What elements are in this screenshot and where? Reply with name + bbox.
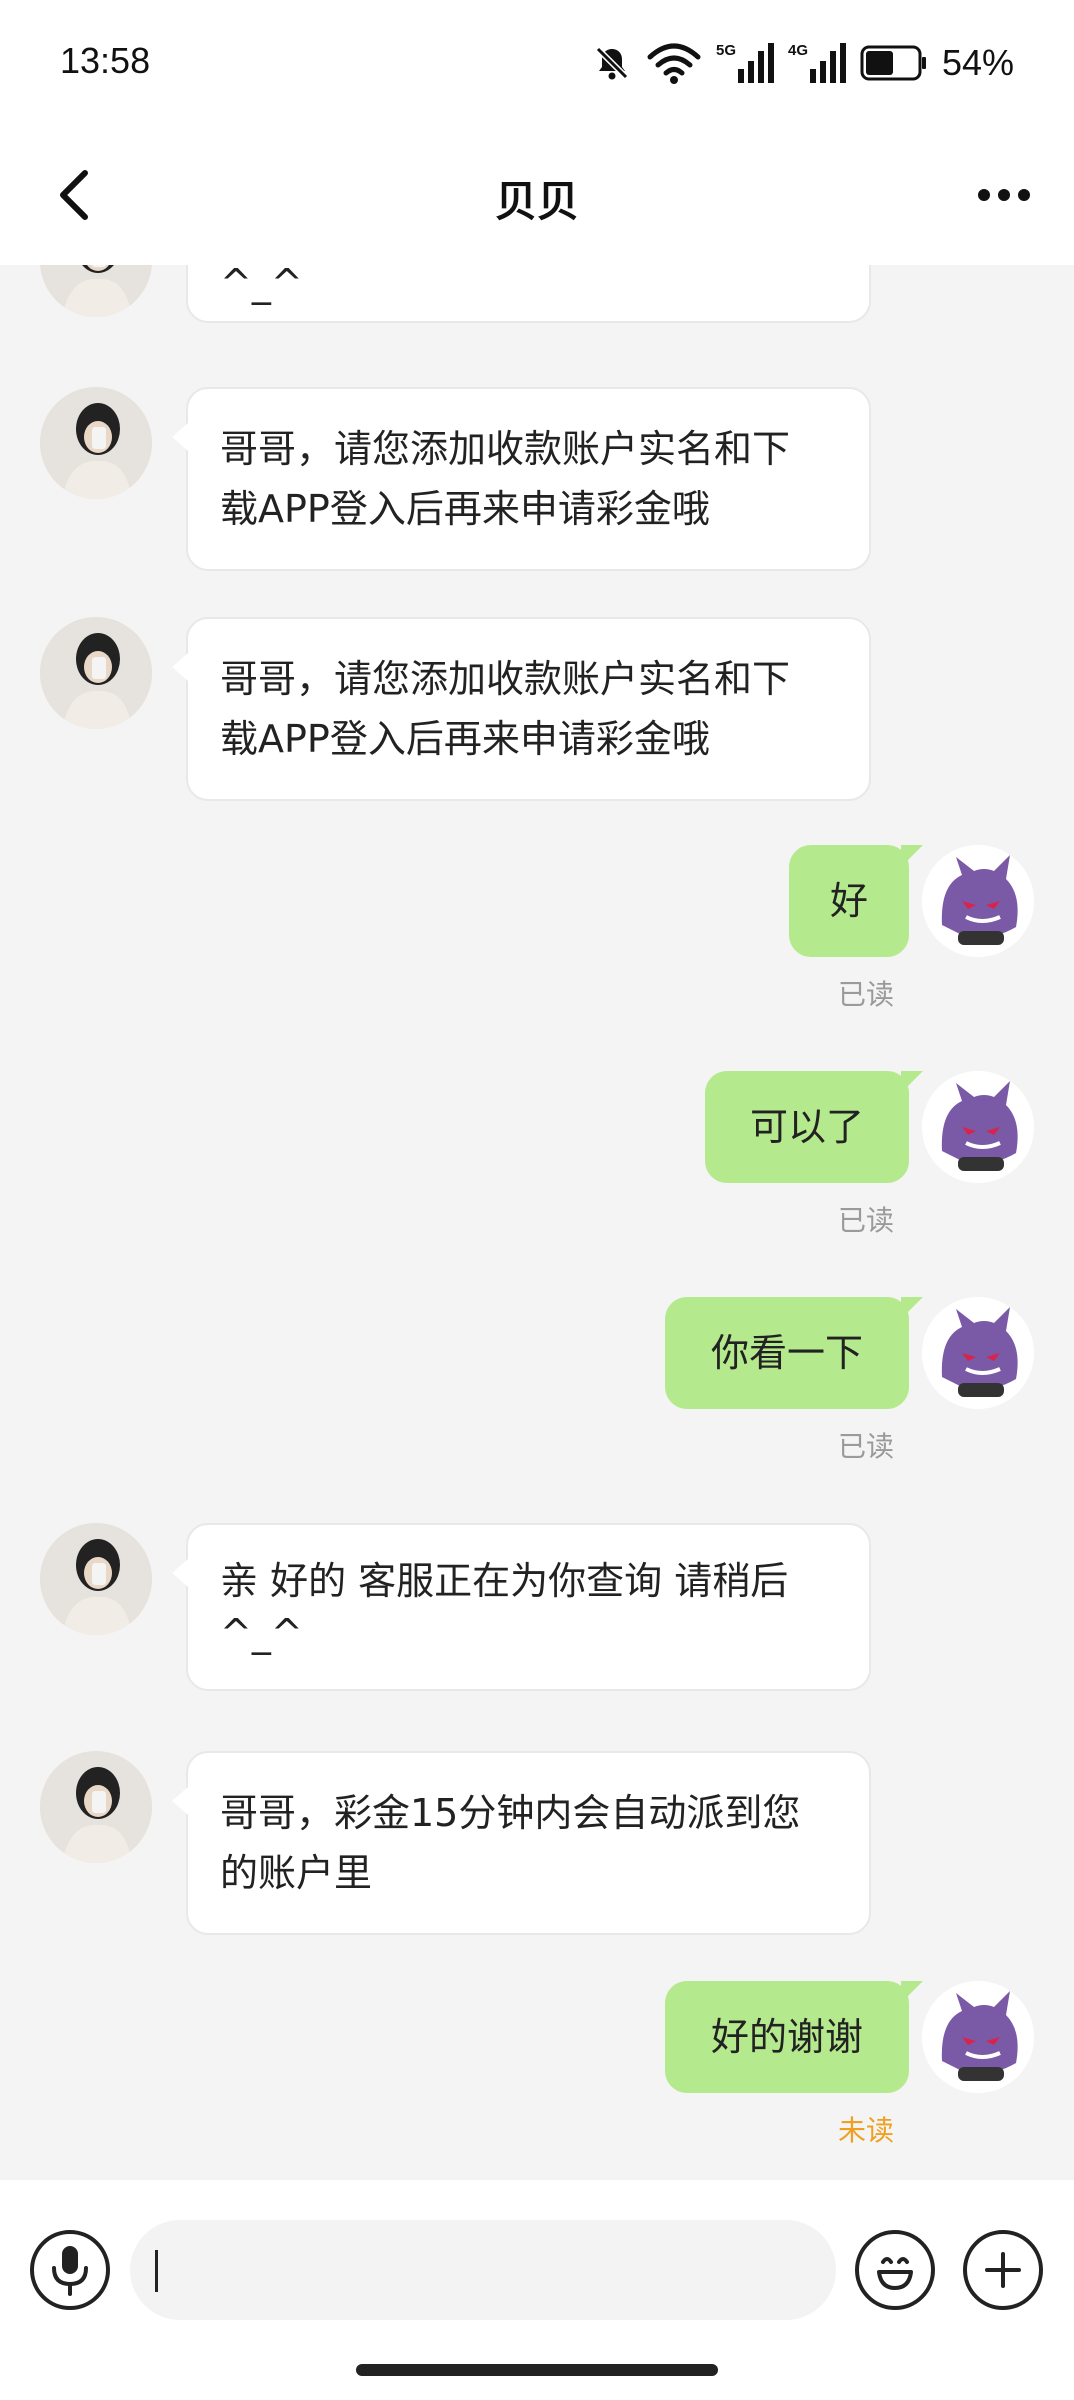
message-input-bar	[0, 2180, 1074, 2400]
outgoing-message[interactable]: 你看一下	[665, 1297, 923, 1409]
user-avatar-icon	[922, 1071, 1034, 1183]
message-text: 好的谢谢	[710, 2015, 863, 2059]
read-status: 已读	[837, 1430, 894, 1463]
message-text-line: 哥哥，请您添加收款账户实名和下	[220, 427, 791, 471]
net-5g-label: 5G	[716, 42, 736, 59]
more-functions-button[interactable]	[963, 2230, 1043, 2310]
more-dots-icon	[978, 189, 1030, 201]
contact-avatar-icon	[40, 617, 152, 729]
chat-header: 贝贝	[0, 130, 1074, 265]
read-status: 已读	[837, 978, 894, 1011]
net-4g-label: 4G	[788, 42, 808, 59]
user-avatar-icon	[922, 845, 1034, 957]
battery-icon	[860, 45, 926, 81]
message-text-line: ^_^	[220, 1611, 303, 1655]
avatar[interactable]	[922, 1071, 1034, 1183]
message-text-line: 亲 好的 客服正在为你查询 请稍后	[220, 1559, 789, 1603]
page-title: 贝贝	[494, 177, 579, 226]
message-text-line: 的账户里	[220, 1851, 373, 1895]
avatar[interactable]	[922, 845, 1034, 957]
home-indicator[interactable]	[356, 2364, 718, 2376]
emoji-button[interactable]	[855, 2230, 935, 2310]
more-options-button[interactable]	[964, 160, 1044, 230]
text-cursor	[155, 2250, 158, 2292]
avatar[interactable]	[922, 1981, 1034, 2093]
message-text-line: 哥哥，彩金15分钟内会自动派到您	[220, 1791, 801, 1835]
message-input[interactable]	[130, 2220, 836, 2320]
incoming-message[interactable]: 哥哥，请您添加收款账户实名和下 载APP登入后再来申请彩金哦	[172, 387, 871, 571]
battery-percentage: 54%	[941, 42, 1014, 83]
microphone-icon	[52, 2246, 88, 2296]
contact-avatar-icon	[40, 1523, 152, 1635]
message-text: ^_^	[220, 265, 303, 305]
message-text: 好	[829, 879, 868, 923]
avatar[interactable]	[922, 1297, 1034, 1409]
message-text: 你看一下	[710, 1331, 863, 1375]
contact-avatar-icon	[40, 265, 152, 317]
message-text-line: 载APP登入后再来申请彩金哦	[220, 487, 710, 531]
contact-avatar-icon	[40, 387, 152, 499]
plus-icon	[985, 2252, 1021, 2288]
user-avatar-icon	[922, 1981, 1034, 2093]
signal-bars-icon: 4G	[788, 42, 846, 83]
avatar[interactable]	[40, 1751, 152, 1863]
avatar[interactable]	[40, 1523, 152, 1635]
incoming-message[interactable]: ^_^	[186, 265, 871, 323]
status-time: 13:58	[60, 40, 151, 81]
outgoing-message[interactable]: 好的谢谢	[665, 1981, 923, 2093]
contact-avatar-icon	[40, 1751, 152, 1863]
message-text-line: 哥哥，请您添加收款账户实名和下	[220, 657, 791, 701]
avatar[interactable]	[40, 617, 152, 729]
wifi-icon	[647, 43, 701, 84]
signal-bars-icon: 5G	[716, 42, 774, 83]
incoming-message[interactable]: 哥哥，彩金15分钟内会自动派到您 的账户里	[172, 1751, 871, 1935]
status-bar: 13:58 5G 4G 54%	[0, 0, 1074, 130]
incoming-message[interactable]: 亲 好的 客服正在为你查询 请稍后 ^_^	[172, 1523, 871, 1691]
incoming-message[interactable]: 哥哥，请您添加收款账户实名和下 载APP登入后再来申请彩金哦	[172, 617, 871, 801]
voice-input-button[interactable]	[30, 2230, 110, 2310]
message-text-line: 载APP登入后再来申请彩金哦	[220, 717, 710, 761]
user-avatar-icon	[922, 1297, 1034, 1409]
avatar[interactable]	[40, 265, 152, 317]
smiley-icon	[877, 2257, 913, 2290]
outgoing-message[interactable]: 好	[789, 845, 923, 957]
bell-muted-icon	[595, 46, 629, 80]
unread-status: 未读	[837, 2114, 894, 2147]
status-icons: 5G 4G 54%	[592, 38, 1014, 88]
outgoing-message[interactable]: 可以了	[705, 1071, 923, 1183]
read-status: 已读	[837, 1204, 894, 1237]
chat-message-list[interactable]: ^_^ 哥哥，请您添加收款账户实名和下 载APP登入后再来申请彩金哦 哥哥，请您…	[0, 265, 1074, 2180]
avatar[interactable]	[40, 387, 152, 499]
message-text: 可以了	[749, 1105, 864, 1149]
